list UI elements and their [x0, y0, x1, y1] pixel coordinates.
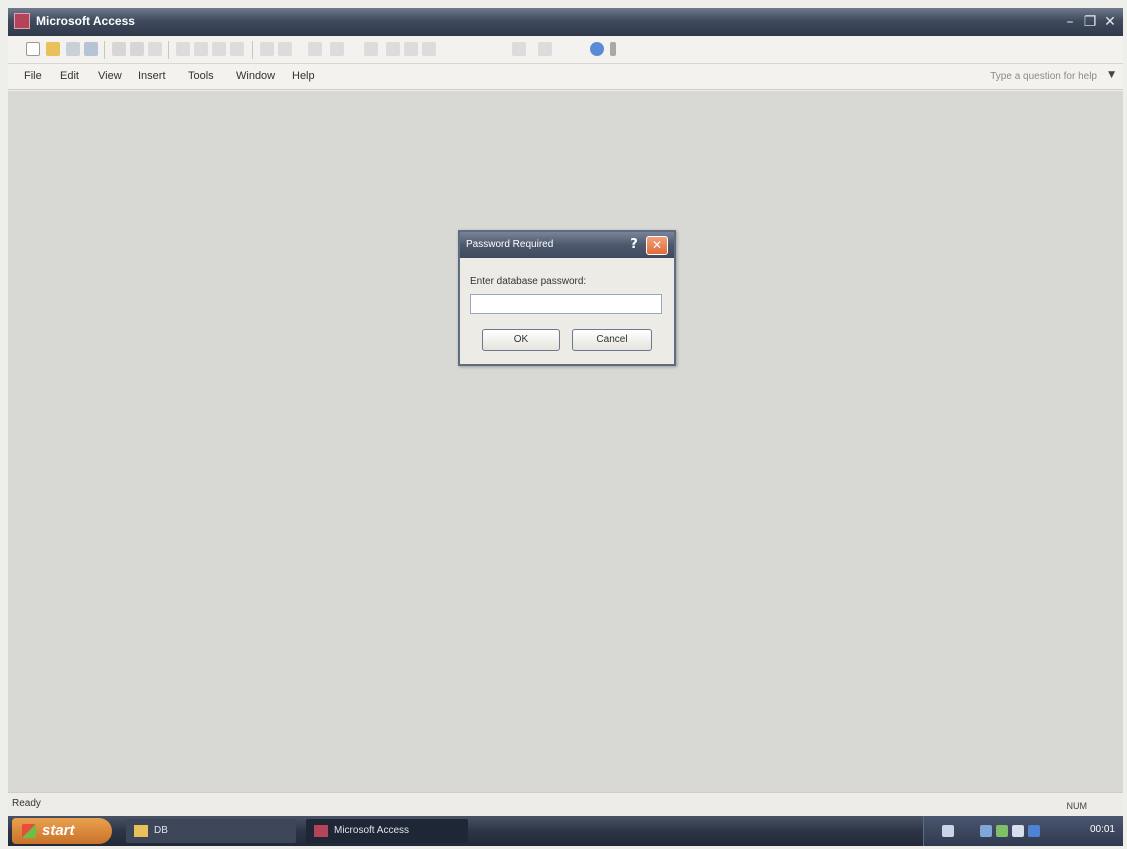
save-icon[interactable]: [66, 42, 80, 56]
start-button[interactable]: start: [12, 818, 112, 844]
database-window-icon[interactable]: [512, 42, 526, 56]
print-icon[interactable]: [112, 42, 126, 56]
clock: 00:01: [1089, 824, 1115, 835]
copy-icon[interactable]: [194, 42, 208, 56]
redo-icon[interactable]: [278, 42, 292, 56]
ok-button[interactable]: OK: [482, 329, 560, 351]
dialog-title-bar: Password Required ? ✕: [460, 232, 674, 258]
dialog-title: Password Required: [466, 239, 554, 250]
new-icon[interactable]: [26, 42, 40, 56]
access-workspace: [8, 91, 1123, 792]
new-object-icon[interactable]: [422, 42, 436, 56]
new-object-dropdown-icon[interactable]: [538, 42, 552, 56]
properties-icon[interactable]: [386, 42, 400, 56]
search-icon[interactable]: [84, 42, 98, 56]
menu-window[interactable]: Window: [236, 70, 275, 82]
access-app-icon: [14, 13, 30, 29]
dialog-close-button[interactable]: ✕: [646, 236, 668, 255]
restore-button[interactable]: ❐: [1081, 13, 1099, 31]
cut-icon[interactable]: [176, 42, 190, 56]
toolbar-separator: [104, 41, 105, 59]
menu-file[interactable]: File: [24, 70, 42, 82]
relationships-icon[interactable]: [404, 42, 418, 56]
display-icon[interactable]: [1028, 825, 1040, 837]
standard-toolbar: [8, 36, 1123, 64]
toolbar-separator: [168, 41, 169, 59]
windows-logo-icon: [22, 824, 36, 838]
ask-question-input[interactable]: Type a question for help: [947, 68, 1097, 86]
access-app-icon: [314, 825, 328, 837]
start-label: start: [42, 822, 75, 839]
menu-help[interactable]: Help: [292, 70, 315, 82]
password-input[interactable]: [470, 294, 662, 314]
taskbar-item-db[interactable]: DB: [126, 819, 296, 843]
password-prompt-label: Enter database password:: [470, 276, 587, 287]
screen: Microsoft Access – ❐ ✕ File Edit View In…: [0, 0, 1127, 849]
code-icon[interactable]: [364, 42, 378, 56]
folder-icon: [134, 825, 148, 837]
network-icon[interactable]: [980, 825, 992, 837]
security-icon[interactable]: [996, 825, 1008, 837]
toolbar-options-icon[interactable]: [610, 42, 616, 56]
minimize-button[interactable]: –: [1061, 13, 1079, 31]
status-bar: Ready NUM: [8, 792, 1123, 816]
toolbar-separator: [252, 41, 253, 59]
volume-icon[interactable]: [1012, 825, 1024, 837]
analyze-icon[interactable]: [330, 42, 344, 56]
password-dialog: Password Required ? ✕ Enter database pas…: [458, 230, 676, 366]
num-lock-indicator: NUM: [1066, 801, 1088, 811]
taskbar-item-access[interactable]: Microsoft Access: [306, 819, 468, 843]
print-preview-icon[interactable]: [130, 42, 144, 56]
format-painter-icon[interactable]: [230, 42, 244, 56]
paste-icon[interactable]: [212, 42, 226, 56]
undo-icon[interactable]: [260, 42, 274, 56]
menu-edit[interactable]: Edit: [60, 70, 79, 82]
help-globe-icon[interactable]: [590, 42, 604, 56]
spelling-icon[interactable]: [148, 42, 162, 56]
title-bar: Microsoft Access – ❐ ✕: [8, 8, 1123, 36]
close-window-button[interactable]: ✕: [1101, 13, 1119, 31]
taskbar: start DB Microsoft Access 00:01: [8, 816, 1123, 846]
taskbar-item-label: Microsoft Access: [334, 825, 410, 836]
office-links-icon[interactable]: [308, 42, 322, 56]
window-title: Microsoft Access: [36, 14, 135, 28]
menu-insert[interactable]: Insert: [138, 70, 166, 82]
chevron-down-icon[interactable]: ▼: [1108, 70, 1115, 80]
menu-tools[interactable]: Tools: [188, 70, 214, 82]
cancel-button[interactable]: Cancel: [572, 329, 652, 351]
taskbar-item-label: DB: [154, 825, 168, 836]
menu-bar: File Edit View Insert Tools Window Help …: [8, 64, 1123, 90]
menu-view[interactable]: View: [98, 70, 122, 82]
open-folder-icon[interactable]: [46, 42, 60, 56]
system-tray: 00:01: [923, 816, 1123, 846]
status-text: Ready: [12, 798, 41, 809]
language-icon[interactable]: [942, 825, 954, 837]
help-icon[interactable]: ?: [626, 237, 642, 253]
